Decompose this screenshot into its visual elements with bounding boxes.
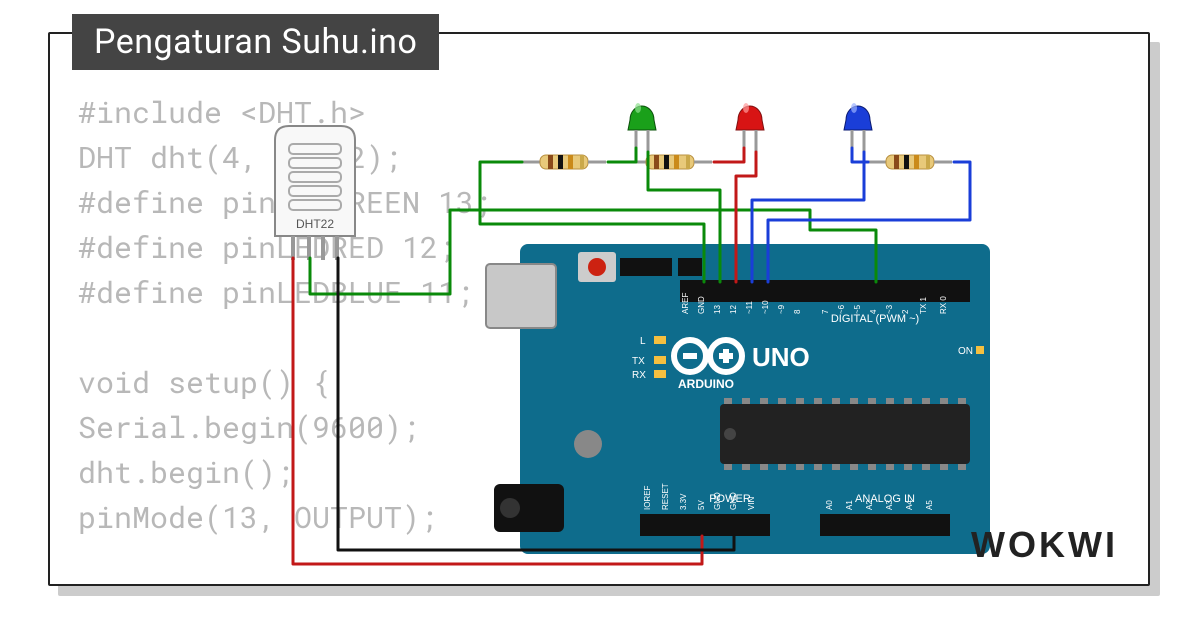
svg-text:A0: A0 [825,500,834,510]
resistor-3 [868,155,952,169]
svg-text:GND: GND [713,492,722,510]
svg-text:~11: ~11 [745,300,754,314]
svg-text:GND: GND [729,492,738,510]
circuit-diagram: DIGITAL (PWM ~) AREF GND 13 12 ~11 ~10 ~… [50,34,1150,586]
svg-text:8: 8 [793,309,802,314]
svg-text:IOREF: IOREF [643,485,652,510]
resistor-2 [628,155,712,169]
project-card: #include <DHT.h> DHT dht(4, DHT22); #def… [48,32,1150,586]
svg-text:3.3V: 3.3V [679,493,688,510]
svg-text:L: L [640,336,646,347]
svg-text:ON: ON [958,346,973,357]
svg-text:VIN: VIN [747,496,756,510]
resistor-1 [522,155,606,169]
led-red [736,103,764,154]
svg-text:DHT22: DHT22 [296,217,334,231]
svg-text:A3: A3 [885,500,894,510]
led-blue [844,103,872,154]
svg-text:RESET: RESET [661,483,670,510]
file-title-tab: Pengaturan Suhu.ino [72,14,439,70]
svg-text:2: 2 [901,309,910,314]
svg-text:TX: TX [632,356,645,367]
svg-text:13: 13 [713,305,722,314]
svg-text:7: 7 [821,309,830,314]
svg-text:A5: A5 [925,500,934,510]
svg-text:A2: A2 [865,500,874,510]
svg-text:4: 4 [869,309,878,314]
svg-text:A1: A1 [845,500,854,510]
svg-text:TX 1: TX 1 [919,297,928,314]
svg-text:RX: RX [632,370,646,381]
svg-text:~3: ~3 [885,304,894,314]
svg-text:UNO: UNO [752,342,810,372]
svg-text:~10: ~10 [761,300,770,314]
dht22-sensor: DHT22 [275,126,355,260]
svg-text:RX 0: RX 0 [939,296,948,314]
brand-logo: WOKWI [971,524,1118,566]
svg-text:~6: ~6 [837,304,846,314]
svg-text:A4: A4 [905,500,914,510]
svg-text:5V: 5V [697,500,706,510]
svg-text:AREF: AREF [681,293,690,314]
svg-text:12: 12 [729,305,738,314]
led-green [628,103,656,154]
arduino-uno-board: DIGITAL (PWM ~) AREF GND 13 12 ~11 ~10 ~… [486,244,990,554]
svg-text:~5: ~5 [853,304,862,314]
svg-text:ARDUINO: ARDUINO [678,377,734,391]
svg-text:GND: GND [697,296,706,314]
svg-text:~9: ~9 [777,304,786,314]
